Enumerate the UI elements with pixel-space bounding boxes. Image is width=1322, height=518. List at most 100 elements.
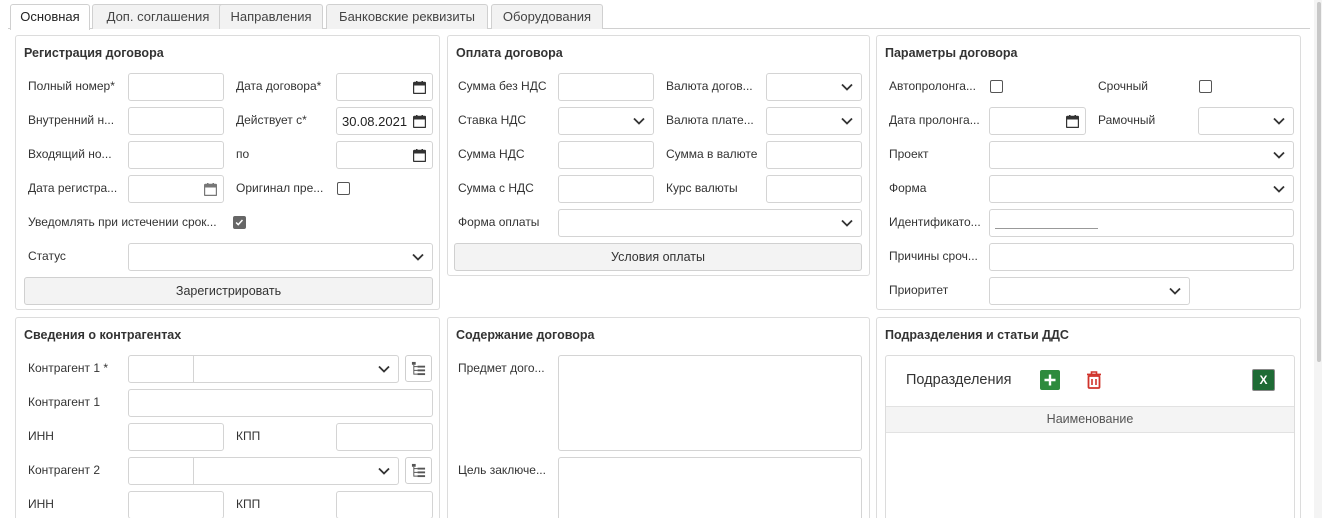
tab-equipment[interactable]: Оборудования xyxy=(491,4,603,29)
full-number-input[interactable] xyxy=(128,73,224,101)
valid-to-input[interactable] xyxy=(336,141,433,169)
contract-currency-label: Валюта догов... xyxy=(666,79,753,93)
payment-currency-select[interactable] xyxy=(766,107,862,135)
add-button[interactable] xyxy=(1040,370,1060,390)
urgency-reasons-label: Причины сроч... xyxy=(889,249,978,263)
inn1-input[interactable] xyxy=(128,423,224,451)
amount-no-vat-input[interactable] xyxy=(558,73,654,101)
vat-amount-input[interactable] xyxy=(558,141,654,169)
counterparty1-required-label: Контрагент 1 * xyxy=(28,361,109,375)
payment-form-select[interactable] xyxy=(558,209,862,237)
kpp2-label: КПП xyxy=(236,497,261,511)
payment-terms-button[interactable]: Условия оплаты xyxy=(454,243,862,271)
urgent-checkbox[interactable] xyxy=(1199,80,1212,93)
project-label: Проект xyxy=(889,147,929,161)
calendar-icon[interactable] xyxy=(413,149,426,162)
plus-icon xyxy=(1044,374,1056,386)
valid-to-label: по xyxy=(236,147,250,161)
exchange-rate-label: Курс валюты xyxy=(666,181,738,195)
chevron-down-icon xyxy=(378,365,390,373)
departments-subtitle: Подразделения xyxy=(906,372,1012,388)
calendar-icon[interactable] xyxy=(413,115,426,128)
registration-date-label: Дата регистра... xyxy=(28,181,118,195)
chevron-down-icon xyxy=(841,219,853,227)
inn2-label: ИНН xyxy=(28,497,54,511)
original-label: Оригинал пре... xyxy=(236,181,324,195)
tab-bank-details[interactable]: Банковские реквизиты xyxy=(326,4,488,29)
auto-prolong-checkbox[interactable] xyxy=(990,80,1003,93)
tab-directions[interactable]: Направления xyxy=(219,4,323,29)
tab-additional-agreements[interactable]: Доп. соглашения xyxy=(92,4,224,29)
full-number-label: Полный номер* xyxy=(28,79,115,93)
counterparty1-separator xyxy=(193,356,194,382)
kpp1-input[interactable] xyxy=(336,423,433,451)
project-select[interactable] xyxy=(989,141,1294,169)
contract-date-input[interactable] xyxy=(336,73,433,101)
original-checkbox[interactable] xyxy=(337,182,350,195)
parameters-panel: Параметры договора Автопролонга... Срочн… xyxy=(876,35,1301,310)
payment-currency-label: Валюта плате... xyxy=(666,113,754,127)
incoming-number-input[interactable] xyxy=(128,141,224,169)
tree-list-icon xyxy=(411,463,426,478)
kpp1-label: КПП xyxy=(236,429,261,443)
calendar-icon[interactable] xyxy=(1066,115,1079,128)
form-label: Форма xyxy=(889,181,927,195)
vat-rate-label: Ставка НДС xyxy=(458,113,527,127)
page-scrollbar-thumb[interactable] xyxy=(1317,2,1321,362)
excel-export-button[interactable]: X xyxy=(1252,369,1275,391)
counterparty1-tree-button[interactable] xyxy=(405,355,432,382)
contract-currency-select[interactable] xyxy=(766,73,862,101)
registration-panel: Регистрация договора Полный номер* Дата … xyxy=(15,35,440,310)
trash-icon[interactable] xyxy=(1086,371,1102,389)
amount-with-vat-label: Сумма с НДС xyxy=(458,181,534,195)
registration-title: Регистрация договора xyxy=(24,46,164,60)
column-header-name[interactable]: Наименование xyxy=(886,406,1294,433)
identifier-underline xyxy=(995,228,1098,229)
prolong-date-input[interactable] xyxy=(989,107,1086,135)
urgent-label: Срочный xyxy=(1098,79,1148,93)
notify-checkbox[interactable] xyxy=(233,216,246,229)
urgency-reasons-input[interactable] xyxy=(989,243,1294,271)
identifier-label: Идентификато... xyxy=(889,215,981,229)
subject-textarea[interactable] xyxy=(558,355,862,451)
payment-title: Оплата договора xyxy=(456,46,563,60)
calendar-icon[interactable] xyxy=(413,81,426,94)
valid-from-label: Действует с* xyxy=(236,113,307,127)
internal-number-input[interactable] xyxy=(128,107,224,135)
counterparty2-select[interactable] xyxy=(128,457,399,485)
status-select[interactable] xyxy=(128,243,433,271)
incoming-number-label: Входящий но... xyxy=(28,147,112,161)
priority-select[interactable] xyxy=(989,277,1190,305)
frame-label: Рамочный xyxy=(1098,113,1156,127)
content-title: Содержание договора xyxy=(456,328,595,342)
tree-list-icon xyxy=(411,361,426,376)
amount-in-currency-input[interactable] xyxy=(766,141,862,169)
kpp2-input[interactable] xyxy=(336,491,433,518)
identifier-input[interactable] xyxy=(989,209,1294,237)
register-button[interactable]: Зарегистрировать xyxy=(24,277,433,305)
vat-rate-select[interactable] xyxy=(558,107,654,135)
registration-date-input[interactable] xyxy=(128,175,224,203)
departments-grid: Подразделения X Наименование xyxy=(885,355,1295,518)
payment-panel: Оплата договора Сумма без НДС Валюта дог… xyxy=(447,35,870,276)
contract-date-label: Дата договора* xyxy=(236,79,322,93)
counterparty1-label: Контрагент 1 xyxy=(28,395,101,409)
purpose-textarea[interactable] xyxy=(558,457,862,518)
subject-label: Предмет дого... xyxy=(458,361,545,375)
vat-amount-label: Сумма НДС xyxy=(458,147,525,161)
inn2-input[interactable] xyxy=(128,491,224,518)
counterparty2-tree-button[interactable] xyxy=(405,457,432,484)
form-select[interactable] xyxy=(989,175,1294,203)
valid-from-input[interactable]: 30.08.2021 xyxy=(336,107,433,135)
chevron-down-icon xyxy=(841,83,853,91)
priority-label: Приоритет xyxy=(889,283,949,297)
chevron-down-icon xyxy=(633,117,645,125)
calendar-icon[interactable] xyxy=(204,183,217,196)
amount-with-vat-input[interactable] xyxy=(558,175,654,203)
counterparty1-name-input[interactable] xyxy=(128,389,433,417)
amount-no-vat-label: Сумма без НДС xyxy=(458,79,547,93)
counterparty1-select[interactable] xyxy=(128,355,399,383)
tab-main[interactable]: Основная xyxy=(10,4,90,30)
frame-select[interactable] xyxy=(1198,107,1294,135)
exchange-rate-input[interactable] xyxy=(766,175,862,203)
